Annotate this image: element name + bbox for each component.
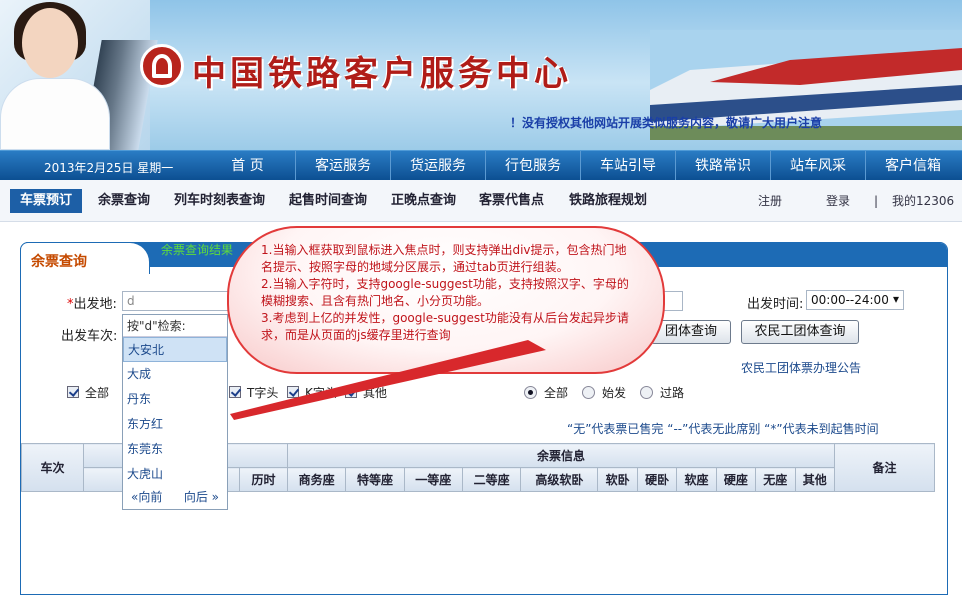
tab-remaining-tickets[interactable]: 余票查询 (98, 189, 150, 213)
col-availability: 余票信息 (287, 443, 835, 468)
tab-sale-time[interactable]: 起售时间查询 (289, 189, 367, 213)
ticket-legend: “无”代表票已售完 “--”代表无此席别 “*”代表未到起售时间 (567, 422, 879, 436)
from-label: *出发地: (67, 297, 117, 312)
col-seat-second: 二等座 (461, 467, 522, 492)
annotation-line: 2.当输入字符时，支持google-suggest功能，支持按照汉字、字母的模糊… (261, 277, 629, 308)
col-seat-first: 一等座 (403, 467, 463, 492)
suggest-item[interactable]: 大安北 (123, 337, 227, 362)
tab-agents[interactable]: 客票代售点 (479, 189, 544, 213)
tab-ticket-booking[interactable]: 车票预订 (10, 189, 83, 213)
col-seat-soft: 软座 (676, 467, 717, 492)
col-seat-none: 无座 (755, 467, 796, 492)
login-link[interactable]: 登录 (826, 189, 850, 213)
col-seat-deluxe-sleeper: 高级软卧 (520, 467, 599, 492)
suggest-next-link[interactable]: 向后 » (184, 488, 219, 505)
suggest-item[interactable]: 大成 (123, 362, 227, 387)
tab-remaining-query[interactable]: 余票查询 (20, 242, 150, 274)
col-seat-soft-sleeper: 软卧 (597, 467, 638, 492)
nav-mailbox[interactable]: 客户信箱 (865, 151, 960, 181)
nav-freight[interactable]: 货运服务 (390, 151, 485, 181)
sub-nav: 车票预订 余票查询 列车时刻表查询 起售时间查询 正晚点查询 客票代售点 铁路旅… (0, 180, 962, 222)
nav-rail-knowledge[interactable]: 铁路常识 (675, 151, 770, 181)
radio-passing[interactable] (640, 386, 653, 399)
tab-punctuality[interactable]: 正晚点查询 (391, 189, 456, 213)
current-date: 2013年2月25日 星期一 (44, 161, 174, 175)
checkbox-all[interactable] (67, 386, 79, 398)
col-seat-other: 其他 (794, 467, 835, 492)
suggest-item[interactable]: 东莞东 (123, 437, 227, 462)
col-train: 车次 (21, 443, 84, 492)
annotation-arrow (230, 340, 546, 420)
col-note: 备注 (834, 443, 935, 492)
main-nav: 2013年2月25日 星期一 首 页 客运服务 货运服务 行包服务 车站引导 铁… (0, 150, 962, 181)
header-banner: 中国铁路客户服务中心 ！没有授权其他网站开展类似服务内容，敬请广大用户注意 (0, 0, 962, 150)
nav-parcel[interactable]: 行包服务 (485, 151, 580, 181)
railway-logo-icon (140, 44, 184, 88)
chevron-down-icon: ▾ (892, 292, 899, 306)
suggest-item[interactable]: 东方红 (123, 412, 227, 437)
nav-showcase[interactable]: 站车风采 (770, 151, 865, 181)
checkbox-all-label: 全部 (85, 386, 110, 400)
suggest-pager: «向前 向后 » (131, 488, 219, 505)
tab-timetable[interactable]: 列车时刻表查询 (174, 189, 265, 213)
radio-passing-label: 过路 (660, 386, 685, 400)
col-sub-duration: 历时 (239, 467, 288, 492)
radio-origin-label: 始发 (602, 386, 627, 400)
train-no-label: 出发车次: (61, 329, 118, 344)
col-seat-special: 特等座 (345, 467, 405, 492)
col-seat-business: 商务座 (286, 467, 347, 492)
time-label: 出发时间: (747, 297, 804, 312)
suggest-item[interactable]: 大虎山 (123, 462, 227, 487)
migrant-group-query-button[interactable]: 农民工团体查询 (741, 320, 859, 344)
time-select[interactable]: 00:00--24:00 ▾ (806, 290, 904, 310)
service-agent-image (0, 0, 158, 150)
nav-divider: | (874, 194, 879, 208)
suggest-header: 按"d"检索: (123, 315, 227, 337)
register-link[interactable]: 注册 (758, 189, 782, 213)
from-station-input[interactable]: d (122, 291, 232, 311)
col-seat-hard: 硬座 (715, 467, 757, 492)
station-suggest-popup: 按"d"检索: 大安北 大成 丹东 东方红 东莞东 大虎山 «向前 向后 » (122, 314, 228, 510)
suggest-prev-link[interactable]: «向前 (131, 490, 162, 504)
suggest-item[interactable]: 丹东 (123, 387, 227, 412)
nav-home[interactable]: 首 页 (200, 151, 295, 181)
group-query-button[interactable]: 团体查询 (651, 320, 731, 344)
site-title: 中国铁路客户服务中心 (192, 54, 572, 94)
tab-query-result[interactable]: 余票查询结果 (161, 241, 233, 258)
nav-passenger[interactable]: 客运服务 (295, 151, 390, 181)
col-seat-hard-sleeper: 硬卧 (636, 467, 678, 492)
notice-text: ！没有授权其他网站开展类似服务内容，敬请广大用户注意 (510, 116, 823, 130)
nav-station-guide[interactable]: 车站引导 (580, 151, 675, 181)
migrant-notice-link[interactable]: 农民工团体票办理公告 (741, 359, 861, 376)
annotation-line: 1.当输入框获取到鼠标进入焦点时，则支持弹出div提示，包含热门地名提示、按照字… (261, 243, 627, 274)
radio-origin[interactable] (582, 386, 595, 399)
tab-trip-planning[interactable]: 铁路旅程规划 (569, 189, 647, 213)
my-account-link[interactable]: 我的12306 (892, 189, 954, 213)
